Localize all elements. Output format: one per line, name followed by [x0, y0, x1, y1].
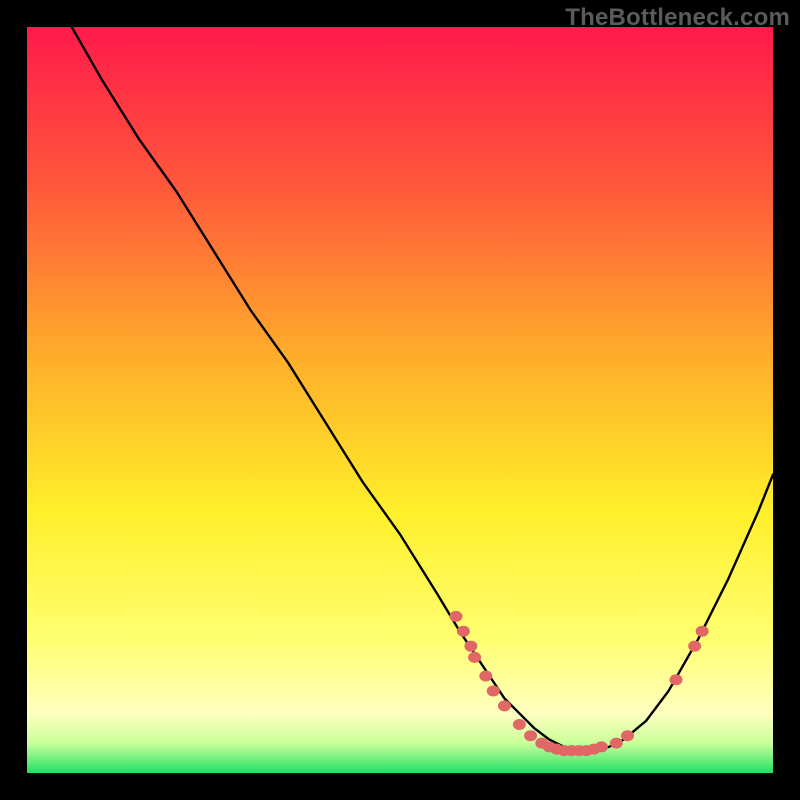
data-marker	[487, 685, 500, 696]
data-marker	[498, 700, 511, 711]
chart-svg	[27, 27, 773, 773]
data-marker	[468, 652, 481, 663]
data-marker	[696, 626, 709, 637]
data-marker	[513, 719, 526, 730]
data-marker	[688, 641, 701, 652]
data-marker	[457, 626, 470, 637]
plot-area	[27, 27, 773, 773]
data-marker	[621, 730, 634, 741]
data-marker	[524, 730, 537, 741]
data-marker	[479, 671, 492, 682]
data-marker	[670, 674, 683, 685]
data-marker	[449, 611, 462, 622]
data-marker	[610, 738, 623, 749]
data-marker	[464, 641, 477, 652]
chart-frame: TheBottleneck.com	[0, 0, 800, 800]
data-marker	[595, 741, 608, 752]
